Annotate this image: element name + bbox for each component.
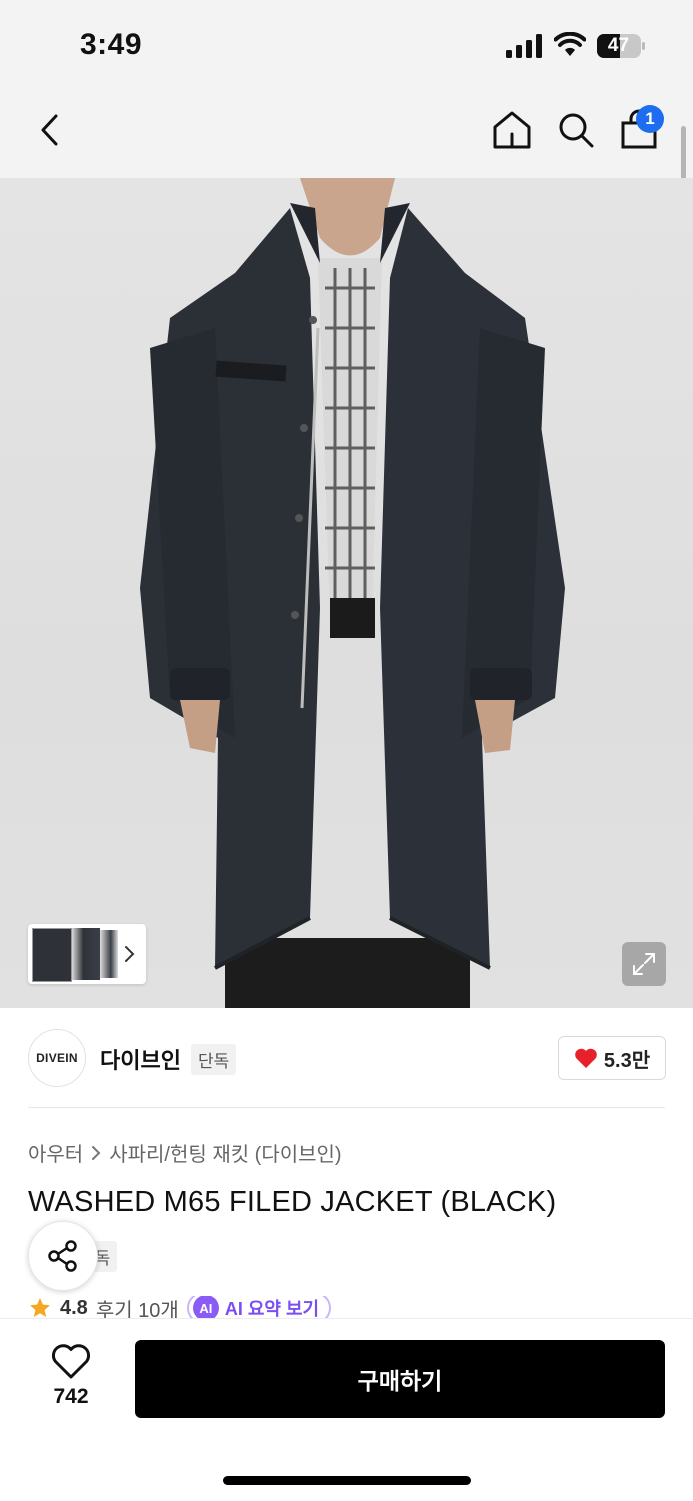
product-title: WASHED M65 FILED JACKET (BLACK) [28, 1186, 557, 1218]
battery-icon: 47 [596, 33, 646, 59]
star-icon [30, 1298, 50, 1317]
rating-row[interactable]: 4.8 후기 10개 AI AI 요약 보기 [28, 1296, 332, 1321]
wifi-icon [554, 32, 586, 56]
exclusive-tag: 단독 [190, 1043, 237, 1075]
brand-name[interactable]: 다이브인 [100, 1043, 181, 1075]
share-button[interactable] [28, 1221, 98, 1291]
brand-name-row[interactable]: 다이브인 단독 [100, 1043, 237, 1075]
thumbnail-1[interactable] [32, 928, 72, 982]
status-time: 3:49 [80, 28, 143, 61]
battery-level: 47 [607, 35, 630, 56]
cart-count-badge: 1 [636, 105, 664, 133]
wish-count: 742 [53, 1385, 89, 1408]
expand-icon [633, 953, 655, 975]
product-image[interactable] [0, 178, 693, 1008]
ai-summary-button[interactable]: AI AI 요약 보기 [186, 1296, 332, 1320]
breadcrumb-category[interactable]: 아우터 [28, 1138, 83, 1167]
thumbnail-2[interactable] [72, 928, 100, 980]
divider [28, 1107, 665, 1108]
back-icon[interactable] [28, 108, 72, 152]
brand-logo[interactable]: DIVEIN [28, 1029, 86, 1087]
thumbnail-3[interactable] [100, 930, 118, 978]
model-jacket-illustration [140, 178, 565, 1008]
chevron-right-icon [92, 1145, 101, 1160]
rating-value: 4.8 [60, 1296, 88, 1319]
breadcrumb-subcategory[interactable]: 사파리/헌팅 재킷 (다이브인) [109, 1138, 341, 1167]
expand-button[interactable] [622, 942, 666, 986]
review-count[interactable]: 후기 10개 [96, 1296, 179, 1321]
heart-filled-icon [575, 1048, 597, 1068]
ai-badge: AI [192, 1296, 219, 1320]
heart-outline-icon[interactable] [50, 1343, 92, 1381]
chevron-right-icon[interactable] [122, 944, 136, 964]
buy-button[interactable]: 구매하기 [135, 1340, 665, 1418]
brand-like-button[interactable]: 5.3만 [558, 1036, 666, 1080]
search-icon[interactable] [554, 108, 598, 152]
breadcrumb: 아우터 사파리/헌팅 재킷 (다이브인) [28, 1138, 342, 1167]
brand-like-count: 5.3만 [603, 1049, 651, 1072]
share-icon [48, 1240, 77, 1272]
signal-icon [506, 34, 542, 58]
image-thumbnails[interactable] [28, 924, 146, 984]
ai-summary-label: AI 요약 보기 [224, 1299, 320, 1319]
home-indicator [223, 1476, 471, 1485]
home-icon[interactable] [490, 108, 534, 152]
